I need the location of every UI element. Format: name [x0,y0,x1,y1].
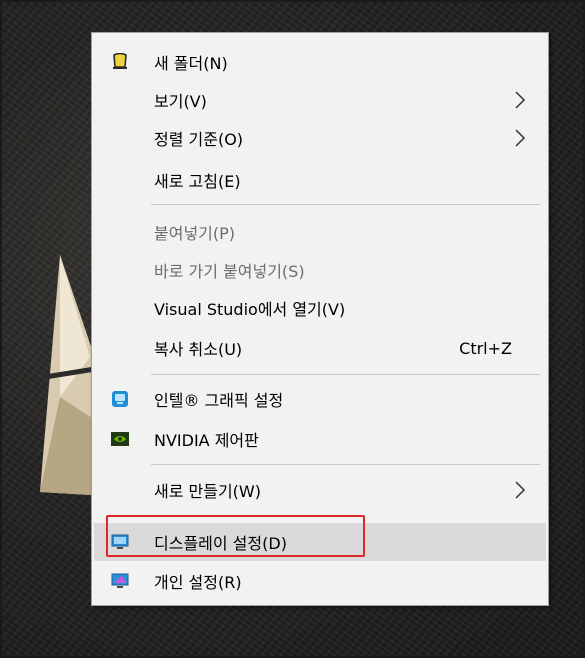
menu-item-label: Visual Studio에서 열기(V) [154,300,346,319]
display-icon [111,534,129,549]
shortcut-label: Ctrl+Z [459,338,512,358]
desktop-background: 새 폴더(N) 보기(V) 정렬 기준(O) 새로 고침(E) 붙여넣기(P) [0,0,585,658]
menu-separator [151,374,540,375]
menu-item-label: 새 폴더(N) [154,54,228,73]
desktop-context-menu: 새 폴더(N) 보기(V) 정렬 기준(O) 새로 고침(E) 붙여넣기(P) [91,32,549,606]
menu-item-view[interactable]: 보기(V) [94,81,546,119]
menu-item-label: 복사 취소(U) [154,340,243,359]
menu-item-intel-graphics-settings[interactable]: 인텔® 그래픽 설정 [94,380,546,418]
menu-item-personalize[interactable]: 개인 설정(R) [94,562,546,600]
menu-item-label: 개인 설정(R) [154,573,242,592]
menu-item-label: 보기(V) [154,92,207,111]
chevron-right-icon [515,129,526,147]
menu-item-new[interactable]: 새로 만들기(W) [94,471,546,509]
nvidia-icon [111,432,129,446]
menu-item-undo-copy[interactable]: 복사 취소(U) Ctrl+Z [94,329,546,367]
chevron-right-icon [515,91,526,109]
menu-item-label: 인텔® 그래픽 설정 [154,391,284,410]
menu-item-label: 새로 고침(E) [154,172,241,191]
menu-separator [151,204,540,205]
personalize-icon [111,573,129,588]
intel-graphics-icon [112,391,128,407]
menu-item-label: 붙여넣기(P) [154,224,236,243]
menu-separator [151,464,540,465]
menu-item-label: 새로 만들기(W) [154,482,261,501]
menu-item-sort-by[interactable]: 정렬 기준(O) [94,119,546,157]
chevron-right-icon [515,481,526,499]
menu-item-paste-shortcut[interactable]: 바로 가기 붙여넣기(S) [94,251,546,289]
menu-item-display-settings[interactable]: 디스플레이 설정(D) [94,523,546,561]
menu-item-label: 정렬 기준(O) [154,130,244,149]
menu-item-refresh[interactable]: 새로 고침(E) [94,161,546,199]
menu-item-label: 디스플레이 설정(D) [154,534,287,553]
menu-item-paste[interactable]: 붙여넣기(P) [94,213,546,251]
folder-icon [113,53,127,69]
menu-item-new-folder[interactable]: 새 폴더(N) [94,43,546,81]
menu-item-label: 바로 가기 붙여넣기(S) [154,262,305,281]
menu-item-open-in-visual-studio[interactable]: Visual Studio에서 열기(V) [94,289,546,327]
menu-item-label: NVIDIA 제어판 [154,431,259,450]
menu-item-nvidia-control-panel[interactable]: NVIDIA 제어판 [94,420,546,458]
